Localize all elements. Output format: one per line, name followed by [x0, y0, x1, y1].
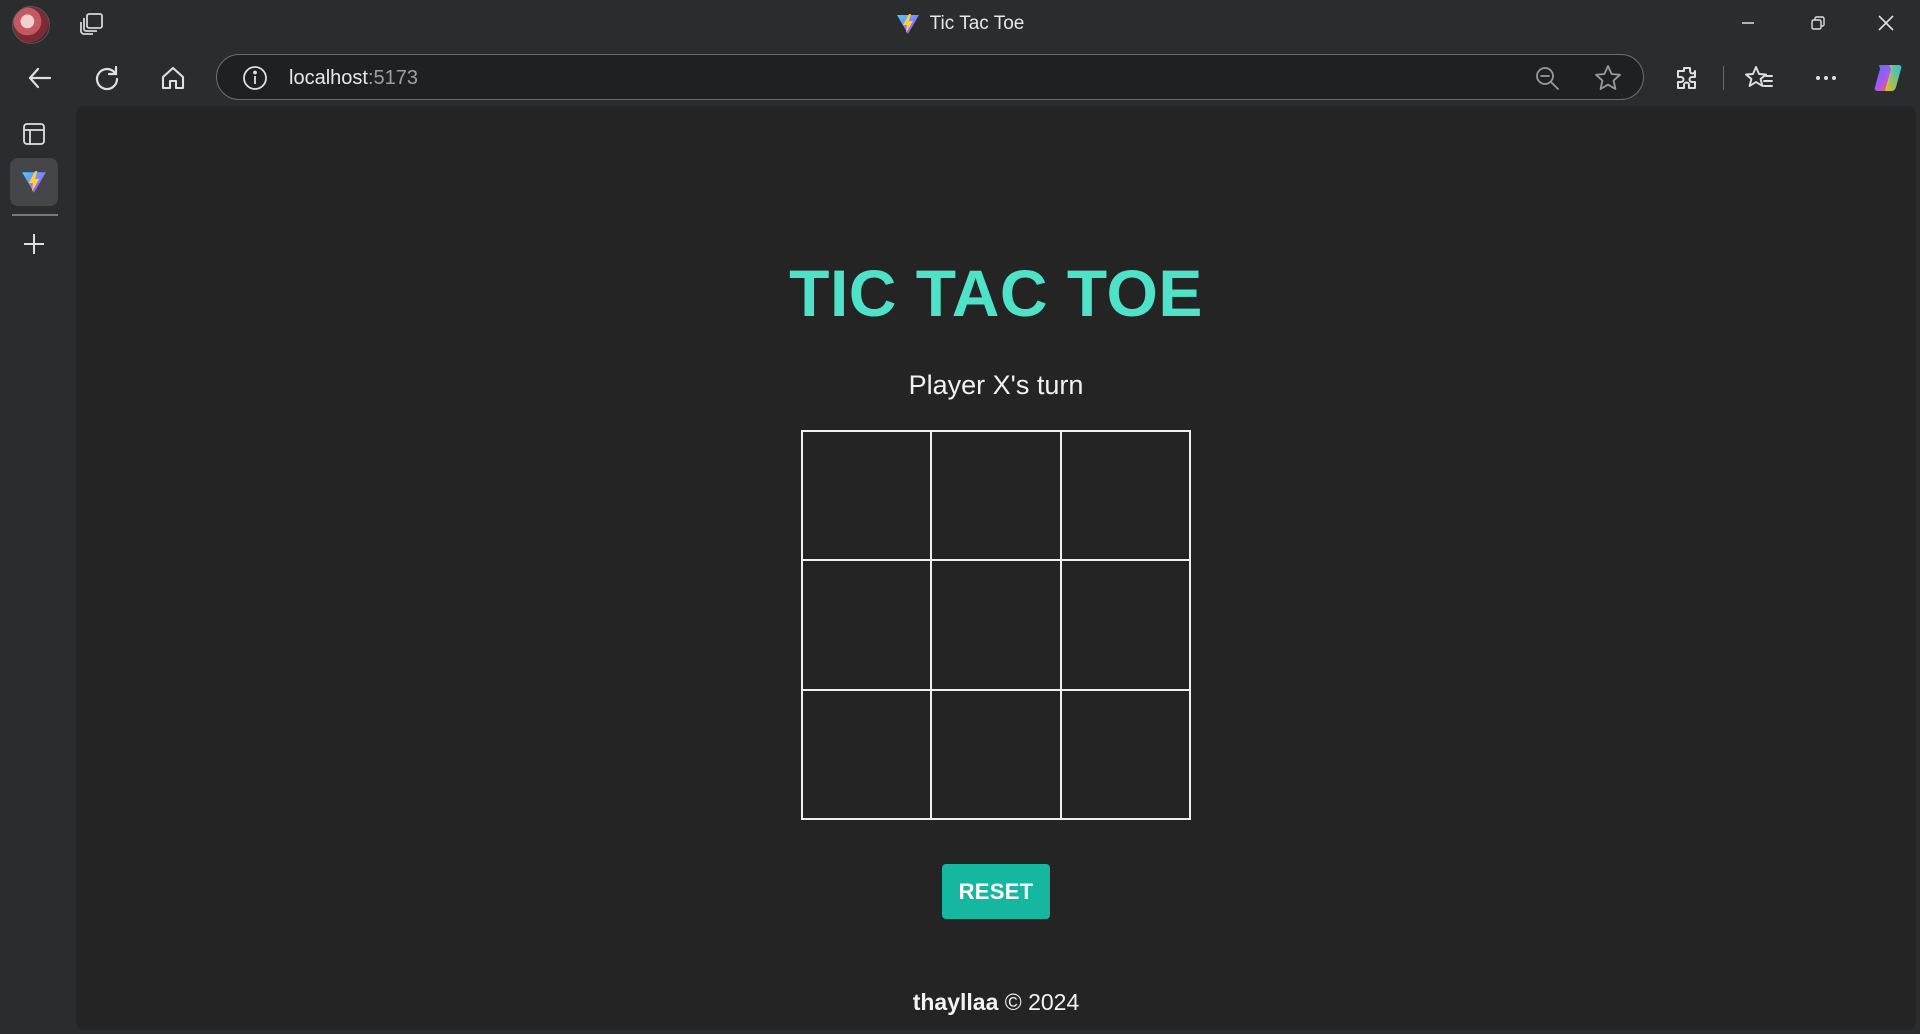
vertical-tabs-sidebar [0, 106, 76, 1034]
copilot-icon [1874, 65, 1902, 91]
vite-favicon-icon [896, 14, 919, 34]
toolbar-divider [1723, 66, 1724, 90]
vite-favicon-icon [22, 171, 46, 193]
title-bar: Tic Tac Toe [0, 0, 1920, 48]
url-host: localhost [289, 67, 368, 89]
favorites-button[interactable] [1737, 56, 1781, 100]
board-cell-9[interactable] [1060, 689, 1190, 819]
restore-icon [1811, 16, 1825, 30]
address-bar[interactable]: localhost:5173 [216, 54, 1644, 100]
back-arrow-icon [28, 67, 52, 89]
turn-status: Player X's turn [908, 370, 1084, 400]
minimize-button[interactable] [1714, 0, 1782, 46]
settings-more-button[interactable] [1804, 56, 1848, 100]
workspaces-icon[interactable] [78, 11, 106, 37]
home-button[interactable] [151, 56, 195, 100]
minimize-icon [1742, 22, 1754, 24]
sidebar-divider [12, 214, 58, 216]
more-dots-icon [1816, 76, 1836, 80]
back-button[interactable] [18, 56, 62, 100]
window-title-text: Tic Tac Toe [929, 13, 1025, 34]
page-viewport: TIC TAC TOE Player X's turn RESET thayll… [76, 106, 1916, 1030]
profile-avatar[interactable] [12, 6, 50, 44]
board-cell-4[interactable] [802, 560, 932, 690]
url-text[interactable]: localhost:5173 [289, 67, 418, 90]
footer-copyright: © 2024 [1004, 989, 1080, 1015]
board-cell-1[interactable] [802, 431, 932, 561]
tab-tic-tac-toe[interactable] [10, 158, 58, 206]
tab-panel-icon [23, 123, 45, 145]
game-title: TIC TAC TOE [789, 256, 1203, 330]
url-port: :5173 [367, 67, 418, 89]
plus-icon [24, 234, 44, 254]
window-title: Tic Tac Toe [896, 12, 1025, 36]
page-footer: thayllaa © 2024 [913, 989, 1080, 1016]
close-icon [1878, 15, 1894, 31]
favorite-star-icon[interactable] [1593, 63, 1623, 93]
refresh-button[interactable] [85, 56, 129, 100]
new-tab-button[interactable] [10, 220, 58, 268]
copilot-button[interactable] [1866, 56, 1910, 100]
board-cell-2[interactable] [931, 431, 1061, 561]
home-icon [161, 66, 185, 90]
favorites-list-icon [1745, 66, 1773, 87]
footer-author: thayllaa [912, 989, 999, 1015]
reset-button[interactable]: RESET [942, 864, 1050, 919]
board-cell-5[interactable] [931, 560, 1061, 690]
zoom-out-icon[interactable] [1533, 64, 1561, 92]
refresh-icon [95, 65, 119, 91]
board-cell-6[interactable] [1060, 560, 1190, 690]
close-window-button[interactable] [1852, 0, 1920, 46]
tic-tac-toe-app: TIC TAC TOE Player X's turn RESET thayll… [76, 106, 1916, 1030]
board-cell-7[interactable] [802, 689, 932, 819]
extensions-button[interactable] [1665, 56, 1709, 100]
board-cell-8[interactable] [931, 689, 1061, 819]
restore-button[interactable] [1784, 0, 1852, 46]
tab-actions-button[interactable] [10, 110, 58, 158]
game-board [801, 430, 1191, 820]
extensions-icon [1677, 67, 1696, 89]
browser-toolbar: localhost:5173 [0, 48, 1920, 106]
site-info-icon[interactable] [241, 64, 269, 92]
board-cell-3[interactable] [1060, 431, 1190, 561]
